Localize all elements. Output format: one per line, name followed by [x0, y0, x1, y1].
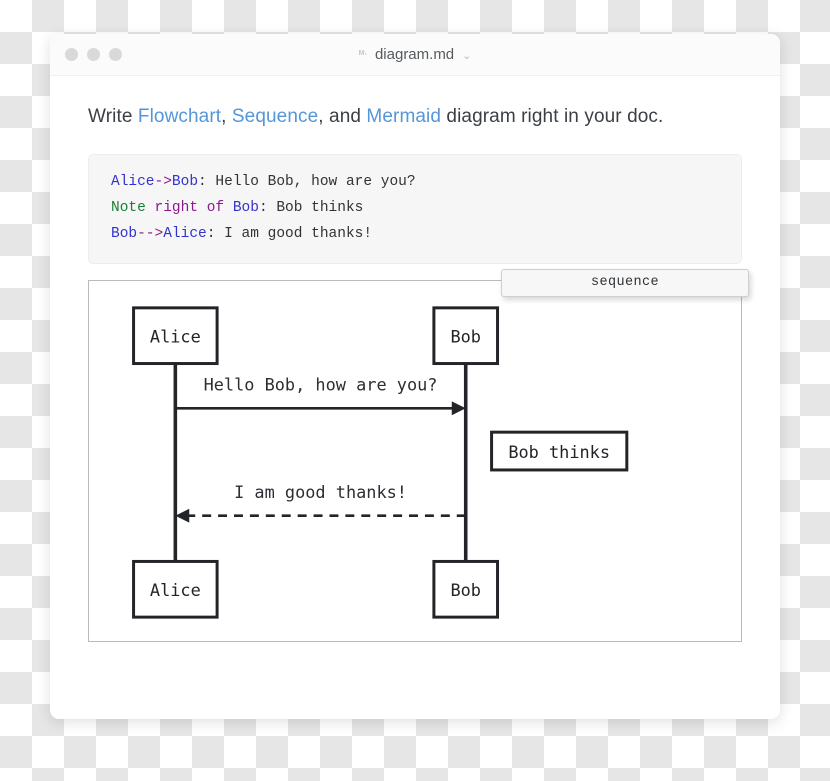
window-title-group: M↓ diagram.md ⌄	[50, 34, 780, 75]
code-placement-2: right of	[145, 199, 233, 216]
code-message-1: Hello Bob, how are you?	[206, 173, 416, 190]
lede-prefix: Write	[88, 106, 138, 127]
minimize-button-icon[interactable]	[87, 48, 100, 61]
page-root: { "window": { "title": "diagram.md", "fi…	[0, 0, 830, 781]
code-line-2: Note right of Bob: Bob thinks	[111, 195, 719, 221]
actor-box-alice-top: Alice	[132, 305, 219, 365]
close-button-icon[interactable]	[65, 48, 78, 61]
code-actor-2: Bob	[232, 199, 259, 216]
code-arrow-1: ->	[154, 173, 172, 190]
actor-box-bob-top: Bob	[432, 305, 500, 365]
code-actor-from-1: Alice	[111, 173, 155, 190]
page-title: Write Flowchart, Sequence, and Mermaid d…	[88, 104, 742, 130]
code-colon-2: :	[258, 199, 268, 216]
link-mermaid[interactable]: Mermaid	[366, 106, 441, 127]
lede-sep-1: ,	[221, 106, 232, 127]
code-message-3: I am good thanks!	[215, 225, 373, 242]
code-line-3: Bob-->Alice: I am good thanks!	[111, 221, 719, 247]
actor-box-bob-bottom: Bob	[432, 559, 500, 619]
message-label-2: I am good thanks!	[234, 481, 407, 501]
diagram-type-label: sequence	[590, 275, 659, 291]
traffic-light-group	[65, 48, 122, 61]
diagram-type-tab[interactable]: sequence	[501, 268, 749, 297]
code-block[interactable]: Alice->Bob: Hello Bob, how are you? Note…	[88, 153, 742, 264]
diagram-preview-wrapper: sequence Alice Bob Hello Bob, how are yo…	[88, 268, 749, 642]
document-body: Write Flowchart, Sequence, and Mermaid d…	[50, 76, 780, 642]
actor-box-alice-bottom: Alice	[132, 559, 219, 619]
link-sequence[interactable]: Sequence	[232, 106, 318, 127]
message-bob-to-alice: I am good thanks!	[175, 481, 466, 523]
code-arrow-3: -->	[137, 225, 164, 242]
diagram-panel: sequence Alice Bob Hello Bob, how are yo…	[88, 268, 749, 642]
link-flowchart[interactable]: Flowchart	[138, 106, 221, 127]
window-title: diagram.md	[374, 46, 455, 63]
code-actor-to-1: Bob	[171, 173, 199, 190]
message-label-1: Hello Bob, how are you?	[204, 374, 438, 394]
code-keyword-note: Note	[111, 199, 146, 216]
actor-label-bob-top: Bob	[450, 326, 481, 346]
lede-sep-2: , and	[318, 106, 367, 127]
arrowhead-left-icon	[175, 508, 190, 523]
window-titlebar: M↓ diagram.md ⌄	[50, 34, 780, 76]
code-actor-to-3: Alice	[163, 225, 207, 242]
app-window: M↓ diagram.md ⌄ Write Flowchart, Sequenc…	[50, 34, 780, 719]
lede-suffix: diagram right in your doc.	[441, 106, 664, 127]
arrowhead-right-icon	[451, 400, 466, 415]
code-line-1: Alice->Bob: Hello Bob, how are you?	[111, 169, 719, 195]
note-label: Bob thinks	[508, 442, 610, 462]
code-colon-1: :	[198, 173, 207, 190]
code-actor-from-3: Bob	[111, 225, 138, 242]
markdown-file-icon: M↓	[358, 50, 368, 57]
sequence-diagram-svg: Alice Bob Hello Bob, how are you? Bob th…	[132, 305, 629, 619]
maximize-button-icon[interactable]	[109, 48, 122, 61]
code-message-2: Bob thinks	[267, 199, 364, 216]
actor-label-bob-bottom: Bob	[450, 580, 481, 600]
note-bob-thinks: Bob thinks	[490, 430, 629, 472]
actor-label-alice-bottom: Alice	[150, 580, 201, 600]
actor-label-alice-top: Alice	[150, 326, 201, 346]
message-alice-to-bob: Hello Bob, how are you?	[175, 374, 466, 415]
chevron-down-icon[interactable]: ⌄	[462, 49, 471, 62]
